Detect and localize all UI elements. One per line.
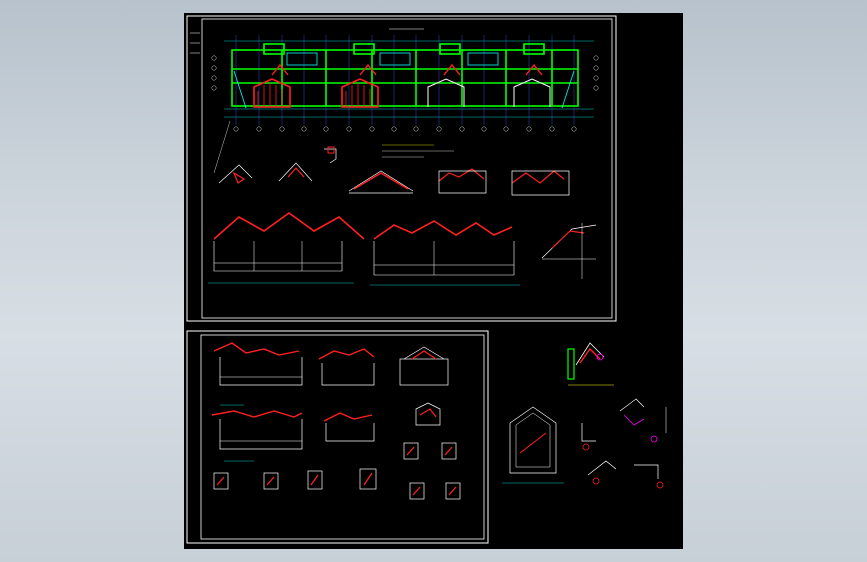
sheet-2[interactable] <box>186 330 489 544</box>
building-sections[interactable] <box>208 212 597 286</box>
sheet-2-details[interactable] <box>211 342 461 500</box>
sheet-2-outer-frame <box>186 330 489 544</box>
sheet-1[interactable] <box>186 15 617 322</box>
roof-details-row[interactable] <box>213 120 570 196</box>
sheet-1-inner-frame <box>201 18 613 319</box>
sheet-2-inner-frame <box>200 334 485 540</box>
loose-details[interactable] <box>502 342 667 489</box>
floor-plan[interactable] <box>211 28 599 132</box>
cad-viewport[interactable] <box>0 0 867 562</box>
drawing-svg <box>186 15 667 544</box>
drawing-canvas[interactable] <box>184 13 683 549</box>
